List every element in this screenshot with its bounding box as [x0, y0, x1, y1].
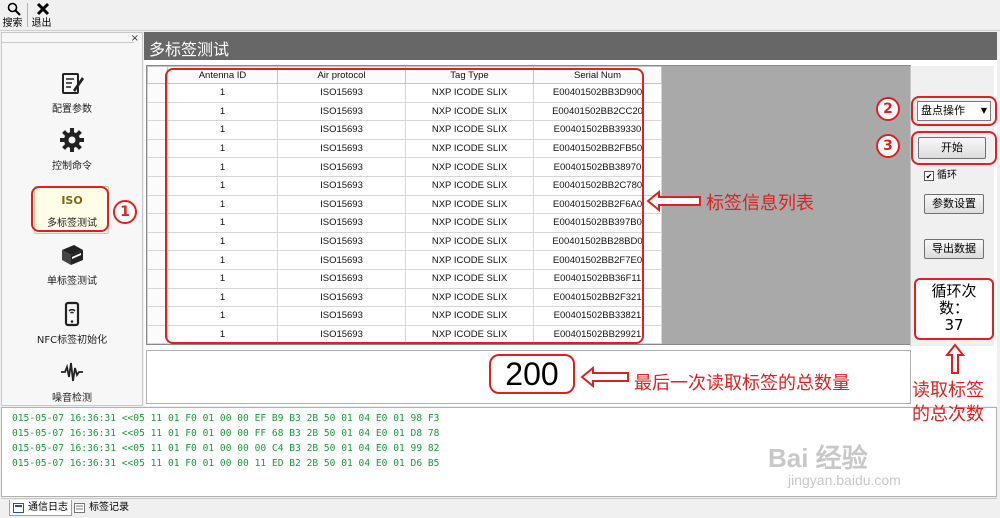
- total-count-value: 200: [489, 354, 575, 394]
- sidebar-item-label: 配置参数: [52, 104, 92, 115]
- annotation-badge-2: 2: [876, 97, 900, 121]
- loop-counter-box: 循环次 数： 37: [914, 278, 994, 340]
- annotation-badge-1: 1: [113, 200, 137, 224]
- settings-button[interactable]: 参数设置: [924, 194, 984, 214]
- app-window: { "toolbar": { "search_label": "搜索", "ex…: [0, 0, 1000, 518]
- title-bar: 多标签测试: [144, 32, 997, 60]
- tab-label: 通信日志: [28, 502, 68, 513]
- sidebar-item-label: 单标签测试: [47, 276, 97, 287]
- sidebar-item-nfc-init[interactable]: NFC标签初始化: [2, 300, 142, 346]
- waveform-icon: [58, 358, 86, 386]
- tab-label: 标签记录: [89, 502, 129, 513]
- toolbar: 搜索 退出: [0, 0, 1000, 31]
- log-tab-icon: [13, 503, 24, 513]
- phone-nfc-icon: [58, 300, 86, 328]
- loop-counter-value: 37: [944, 316, 964, 334]
- watermark-logo: Bai 经验: [768, 443, 868, 473]
- mode-select-highlight: [911, 96, 997, 126]
- log-line: 015-05-07 16:36:31 <<05 11 01 F0 01 00 0…: [12, 458, 440, 469]
- close-icon: [30, 2, 56, 18]
- page-title: 多标签测试: [149, 40, 230, 59]
- loop-counter-label-1: 循环次: [931, 282, 977, 300]
- arrow-up-icon: [945, 343, 965, 374]
- search-label: 搜索: [2, 18, 23, 29]
- tab-comm-log[interactable]: 通信日志: [9, 500, 72, 516]
- loop-checkbox-label: 循环: [937, 170, 957, 181]
- start-button-highlight: [911, 131, 997, 165]
- arrow-left-icon: [580, 366, 629, 388]
- log-line: 015-05-07 16:36:31 <<05 11 01 F0 01 00 0…: [12, 428, 440, 439]
- sidebar-item-label: 控制命令: [52, 161, 92, 172]
- records-tab-icon: [74, 503, 85, 513]
- log-line: 015-05-07 16:36:31 <<05 11 01 F0 01 00 0…: [12, 443, 440, 454]
- watermark-url: jingyan.baidu.com: [788, 472, 901, 488]
- sidebar-item-label: 噪音检测: [52, 393, 92, 404]
- config-icon: [58, 69, 86, 97]
- multi-tag-highlight: [31, 186, 109, 232]
- tag-list-highlight: [165, 68, 644, 344]
- search-icon: [1, 2, 27, 18]
- sidebar-divider: [2, 42, 134, 44]
- sidebar-item-single-tag[interactable]: 单标签测试: [2, 241, 142, 287]
- exit-label: 退出: [31, 18, 52, 29]
- log-line: 015-05-07 16:36:31 <<05 11 01 F0 01 00 0…: [12, 413, 440, 424]
- book-icon: [58, 241, 86, 269]
- arrow-left-icon: [646, 190, 701, 212]
- sidebar-item-label: NFC标签初始化: [36, 335, 108, 346]
- exit-button[interactable]: 退出: [30, 2, 56, 29]
- loop-checkbox[interactable]: ✔ 循环: [924, 166, 957, 181]
- baidu-jingyan-watermark: Bai 经验 jingyan.baidu.com: [768, 438, 998, 498]
- loop-checkbox-box[interactable]: ✔: [924, 171, 934, 181]
- search-button[interactable]: 搜索: [1, 2, 27, 29]
- loop-counter-label-2: 数：: [938, 299, 969, 317]
- last-read-note: 最后一次读取标签的总数量: [634, 373, 850, 394]
- sidebar-item-control[interactable]: 控制命令: [2, 126, 142, 172]
- total-reads-note-2: 的总次数: [912, 404, 984, 425]
- annotation-badge-3: 3: [876, 134, 900, 158]
- bottom-tab-bar: 通信日志 标签记录: [1, 498, 997, 517]
- sidebar-item-noise[interactable]: 噪音检测: [2, 358, 142, 404]
- export-button[interactable]: 导出数据: [924, 239, 984, 259]
- tag-list-note: 标签信息列表: [706, 193, 814, 214]
- sidebar-item-config[interactable]: 配置参数: [2, 69, 142, 115]
- total-reads-note-1: 读取标签: [912, 380, 984, 401]
- tab-tag-records[interactable]: 标签记录: [71, 500, 132, 516]
- gear-icon: [58, 126, 86, 154]
